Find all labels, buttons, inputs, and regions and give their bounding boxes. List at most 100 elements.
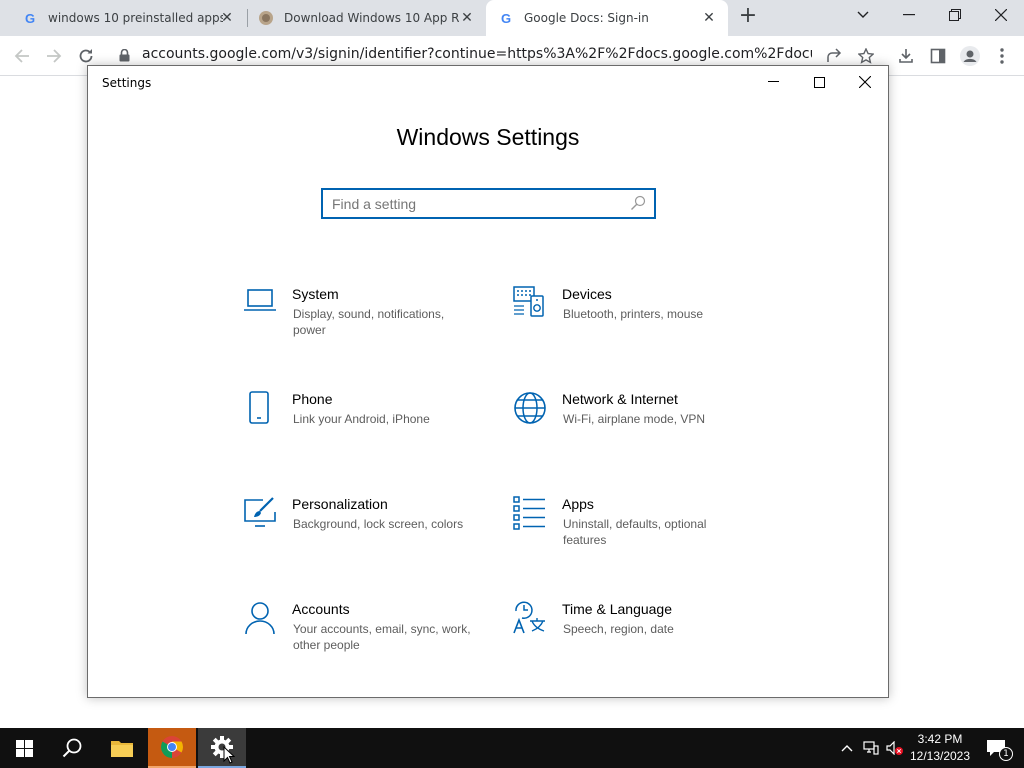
chrome-taskbar-button[interactable] [148,728,196,768]
lock-icon[interactable] [119,49,130,62]
kebab-menu-icon [1000,48,1004,64]
arrow-right-icon [47,49,62,63]
category-desc: Bluetooth, printers, mouse [563,307,704,321]
minimize-icon [903,14,915,16]
taskbar-search-button[interactable] [48,728,96,768]
category-name: Network & Internet [562,391,678,407]
chrome-menu-button[interactable] [988,42,1016,70]
google-favicon-icon: G [24,10,36,26]
star-icon [858,48,874,64]
category-apps[interactable]: Apps Uninstall, defaults, optional featu… [513,496,753,566]
category-network-internet[interactable]: Network & Internet Wi-Fi, airplane mode,… [513,391,753,461]
close-icon [995,9,1007,21]
close-window-button[interactable] [978,0,1024,30]
close-tab-icon[interactable]: ✕ [458,9,476,27]
category-name: System [292,286,339,302]
network-icon [863,741,879,755]
category-desc: Speech, region, date [563,622,674,636]
paintbrush-icon [244,497,276,527]
category-desc: Link your Android, iPhone [293,412,430,426]
devices-icon [513,286,544,317]
clock-date: 12/13/2023 [909,749,971,763]
reload-icon [79,49,93,63]
avatar-icon [960,46,980,66]
side-panel-button[interactable] [924,42,952,70]
find-setting-input[interactable] [323,190,613,217]
category-time-language[interactable]: Time & Language Speech, region, date [513,601,753,671]
windows-logo-icon [15,739,33,757]
settings-close-button[interactable] [842,66,888,98]
address-bar-url[interactable]: accounts.google.com/v3/signin/identifier… [142,46,812,62]
minimize-window-button[interactable] [886,0,932,30]
category-name: Devices [562,286,612,302]
site-favicon-icon [259,11,273,25]
profile-button[interactable] [956,42,984,70]
restore-icon [949,9,961,21]
category-desc: Uninstall, defaults, optional features [563,517,707,547]
browser-tab-1[interactable]: G windows 10 preinstalled apps re ✕ [8,0,246,36]
close-icon [859,76,871,88]
arrow-left-icon [14,49,29,63]
share-icon [827,48,842,62]
forward-button[interactable] [40,42,68,70]
system-clock[interactable]: 3:42 PM 12/13/2023 [908,731,972,765]
time-language-icon [513,601,545,634]
person-icon [245,602,275,635]
tab-title: windows 10 preinstalled apps re [48,11,223,25]
category-name: Time & Language [562,601,672,617]
new-tab-button[interactable]: + [736,4,760,28]
category-devices[interactable]: Devices Bluetooth, printers, mouse [513,286,753,356]
close-tab-icon[interactable]: ✕ [700,9,718,27]
category-personalization[interactable]: Personalization Background, lock screen,… [243,496,483,566]
category-name: Phone [292,391,333,407]
download-icon [899,49,913,63]
chevron-down-icon [857,11,869,18]
category-name: Apps [562,496,594,512]
category-name: Personalization [292,496,388,512]
category-accounts[interactable]: Accounts Your accounts, email, sync, wor… [243,601,483,671]
volume-muted-icon [886,741,903,755]
settings-window: Settings Windows Settings System Display… [87,65,889,698]
tab-title: Download Windows 10 App Rem [284,11,459,25]
search-icon [631,195,646,210]
taskbar: 3:42 PM 12/13/2023 1 [0,728,1024,768]
category-name: Accounts [292,601,350,617]
tab-title: Google Docs: Sign-in [524,11,649,25]
folder-icon [111,741,133,757]
category-desc: Wi-Fi, airplane mode, VPN [563,412,706,426]
browser-tab-3-active[interactable]: G Google Docs: Sign-in ✕ [486,0,728,36]
minimize-icon [767,81,779,82]
volume-tray-button[interactable] [884,728,906,768]
side-panel-icon [930,48,946,64]
close-tab-icon[interactable]: ✕ [218,9,236,27]
apps-list-icon [513,496,545,530]
restore-window-button[interactable] [932,0,978,30]
maximize-icon [813,76,825,88]
category-desc: Your accounts, email, sync, work, other … [293,622,471,652]
phone-icon [249,391,269,424]
network-tray-button[interactable] [860,728,882,768]
category-system[interactable]: System Display, sound, notifications, po… [243,286,483,356]
category-desc: Display, sound, notifications, power [293,307,445,337]
search-icon [62,738,82,758]
category-desc: Background, lock screen, colors [293,517,464,531]
notification-count-badge: 1 [999,747,1013,761]
settings-minimize-button[interactable] [750,66,796,98]
settings-taskbar-button[interactable] [198,728,246,768]
search-box[interactable] [321,188,656,219]
start-button[interactable] [0,728,48,768]
browser-tab-strip: G windows 10 preinstalled apps re ✕ Down… [0,0,1024,36]
window-title: Settings [102,76,152,90]
chrome-icon [161,736,183,758]
downloads-button[interactable] [892,42,920,70]
settings-maximize-button[interactable] [796,66,842,98]
mouse-cursor-icon [223,746,235,764]
file-explorer-button[interactable] [98,728,146,768]
category-phone[interactable]: Phone Link your Android, iPhone [243,391,483,461]
chevron-up-icon [841,745,853,752]
back-button[interactable] [8,42,36,70]
browser-tab-2[interactable]: Download Windows 10 App Rem ✕ [248,0,486,36]
action-center-button[interactable]: 1 [976,728,1016,768]
tab-search-button[interactable] [840,0,886,30]
show-hidden-icons-button[interactable] [836,728,858,768]
